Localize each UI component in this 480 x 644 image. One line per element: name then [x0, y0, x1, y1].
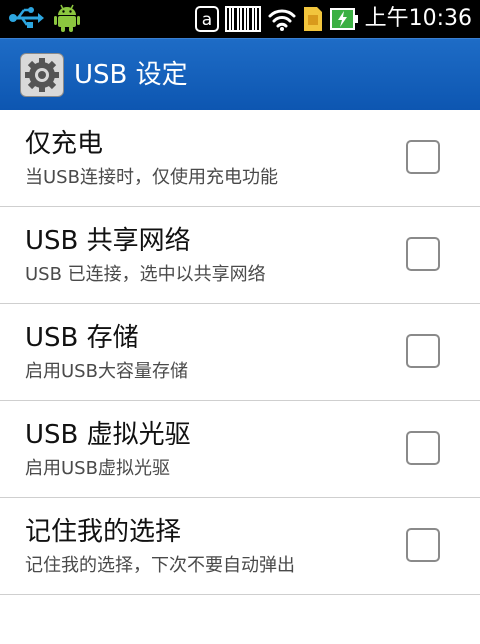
item-subtitle: 当USB连接时，仅使用充电功能 [25, 167, 278, 188]
sim-icon [303, 7, 322, 31]
status-bar-clock: 上午10:36 [364, 6, 472, 31]
battery-charging-icon [329, 8, 358, 30]
list-item-usb-tethering[interactable]: USB 共享网络 USB 已连接，选中以共享网络 [0, 207, 480, 304]
item-title: USB 共享网络 [25, 226, 191, 256]
a-icon: a [194, 6, 219, 32]
settings-gear-icon[interactable] [20, 53, 64, 97]
list-item-usb-storage[interactable]: USB 存储 启用USB大容量存储 [0, 304, 480, 401]
item-subtitle: 记住我的选择，下次不要自动弹出 [25, 555, 295, 576]
list-item-remember-choice[interactable]: 记住我的选择 记住我的选择，下次不要自动弹出 [0, 498, 480, 595]
status-bar-left [8, 4, 80, 32]
item-title: USB 虚拟光驱 [25, 420, 191, 450]
barcode-icon [224, 6, 261, 32]
item-title: 记住我的选择 [25, 517, 182, 547]
usb-tethering-checkbox[interactable] [406, 237, 440, 271]
remember-choice-checkbox[interactable] [406, 528, 440, 562]
usb-icon [9, 7, 44, 28]
list-item-virtual-cdrom[interactable]: USB 虚拟光驱 启用USB虚拟光驱 [0, 401, 480, 498]
status-bar: a 上午10:36 [0, 0, 480, 38]
item-subtitle: 启用USB大容量存储 [25, 361, 188, 382]
virtual-cdrom-checkbox[interactable] [406, 431, 440, 465]
item-subtitle: USB 已连接，选中以共享网络 [25, 264, 266, 285]
item-subtitle: 启用USB虚拟光驱 [25, 458, 170, 479]
page-title: USB 设定 [74, 60, 188, 90]
svg-text:a: a [201, 10, 211, 30]
usb-storage-checkbox[interactable] [406, 334, 440, 368]
action-bar: USB 设定 [0, 38, 480, 110]
charge-only-checkbox[interactable] [406, 140, 440, 174]
android-icon [54, 4, 80, 32]
item-title: 仅充电 [25, 129, 104, 159]
settings-list: 仅充电 当USB连接时，仅使用充电功能 USB 共享网络 USB 已连接，选中以… [0, 110, 480, 595]
list-item-charge-only[interactable]: 仅充电 当USB连接时，仅使用充电功能 [0, 110, 480, 207]
wifi-icon [268, 9, 296, 31]
item-title: USB 存储 [25, 323, 139, 353]
status-bar-right: a 上午10:36 [194, 4, 472, 34]
